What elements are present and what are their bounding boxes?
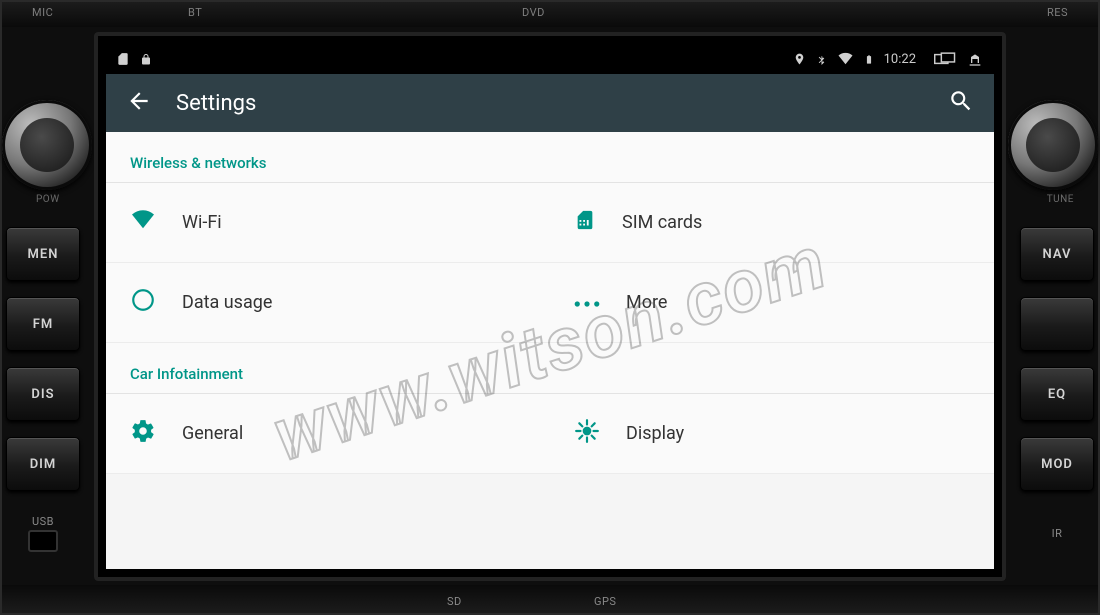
menu-button[interactable]: MEN [6,227,80,281]
screen-bezel: 10:22 Settings [94,32,1006,581]
display-label: Display [626,423,684,444]
sd-slot-label: SD [447,595,462,608]
search-icon[interactable] [942,82,980,124]
more-item[interactable]: More [550,263,994,343]
bottom-strip: SD GPS [2,585,1098,613]
dvd-label: DVD [522,6,545,19]
head-unit-chassis: MIC BT DVD RES POW TUNE MEN FM DIS DIM U… [0,0,1100,615]
sdcard-icon [116,51,130,67]
back-arrow-icon[interactable] [120,82,158,124]
right-hard-buttons: NAV EQ MOD IR [1020,227,1094,540]
volume-power-knob[interactable] [2,100,92,190]
sim-item-label: SIM cards [622,212,702,233]
settings-row: Data usage More [106,263,994,343]
eq-button[interactable]: EQ [1020,367,1094,421]
lock-icon [140,52,152,67]
android-nav-icon[interactable] [966,51,984,67]
settings-row: General Display [106,394,994,474]
recents-icon[interactable] [934,52,956,66]
battery-icon [864,52,874,67]
power-knob-label: POW [36,194,60,205]
bt-label: BT [188,6,202,19]
usb-port-block: USB [6,507,80,552]
top-strip: MIC BT DVD RES [2,2,1098,27]
mic-port-label: MIC [32,6,53,19]
settings-toolbar: Settings [106,74,994,132]
general-label: General [182,423,243,444]
bluetooth-icon [816,52,827,67]
gear-icon [130,418,156,449]
dis-button[interactable]: DIS [6,367,80,421]
section-car-header: Car Infotainment [106,343,994,394]
display-icon [574,418,600,449]
tune-knob-label: TUNE [1047,194,1074,205]
mod-button[interactable]: MOD [1020,437,1094,491]
usb-label: USB [6,515,80,528]
sim-cards-item[interactable]: SIM cards [550,183,994,263]
nav-button[interactable]: NAV [1020,227,1094,281]
settings-list: Wireless & networks Wi-Fi SIM cards [106,132,994,474]
ir-label: IR [1020,527,1094,540]
gps-slot-label: GPS [594,595,616,608]
blank-button[interactable] [1020,297,1094,351]
wifi-item-label: Wi-Fi [182,212,222,233]
data-usage-label: Data usage [182,292,272,313]
section-wireless-header: Wireless & networks [106,132,994,183]
android-screen: 10:22 Settings [106,44,994,569]
more-icon [574,292,600,313]
usb-port [28,530,58,552]
left-hard-buttons: MEN FM DIS DIM USB [6,227,80,552]
page-title: Settings [176,91,256,116]
clock: 10:22 [884,52,916,67]
location-icon [793,52,806,66]
wifi-status-icon [837,52,854,66]
wifi-icon [130,209,156,236]
wifi-item[interactable]: Wi-Fi [106,183,550,263]
tune-knob[interactable] [1008,100,1098,190]
fm-button[interactable]: FM [6,297,80,351]
more-label: More [626,292,667,313]
settings-row: Wi-Fi SIM cards [106,183,994,263]
res-label: RES [1047,6,1068,19]
sim-icon [574,207,596,238]
dim-button[interactable]: DIM [6,437,80,491]
display-item[interactable]: Display [550,394,994,474]
data-usage-item[interactable]: Data usage [106,263,550,343]
status-bar: 10:22 [106,44,994,74]
general-item[interactable]: General [106,394,550,474]
data-usage-icon [130,287,156,318]
